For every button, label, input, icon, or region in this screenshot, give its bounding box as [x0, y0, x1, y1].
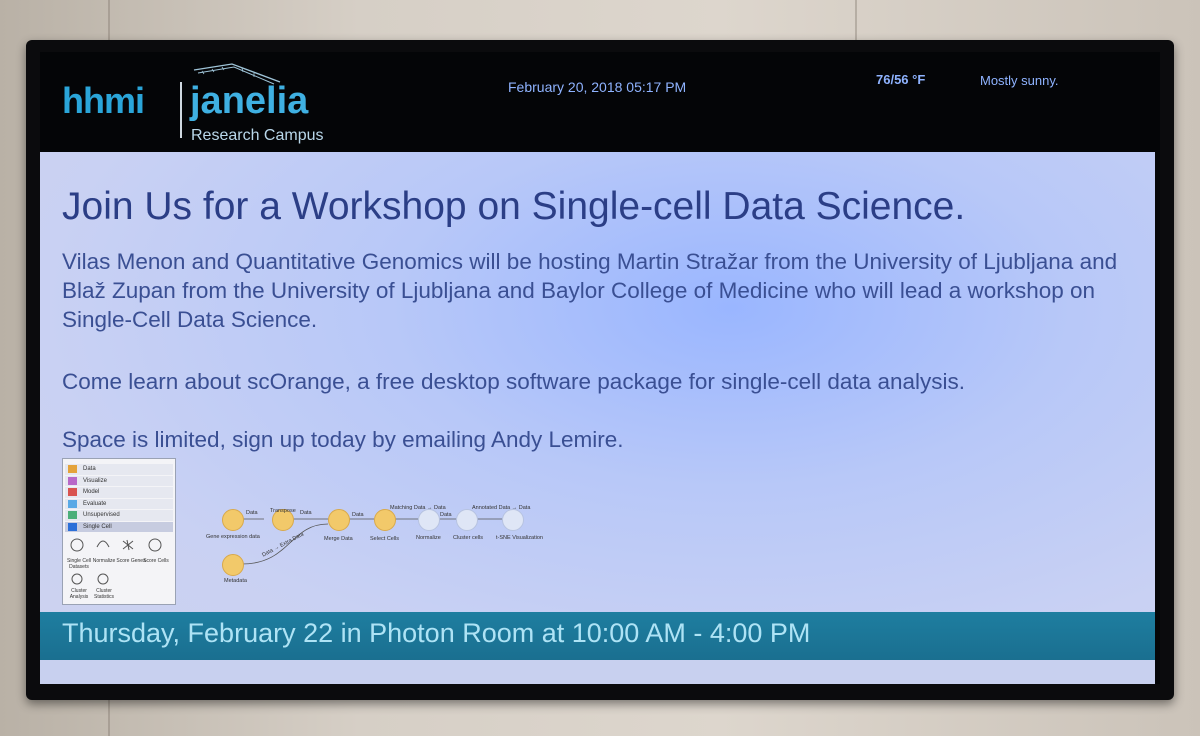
workflow-link-label: Matching Data → Data [390, 505, 446, 511]
data-category-icon [68, 465, 77, 473]
cluster-analysis-icon [71, 573, 83, 585]
workflow-node-cluster-cells [456, 509, 478, 531]
workflow-node-normalize [418, 509, 440, 531]
visualize-category-icon [68, 476, 77, 485]
workflow-node-select-cells [374, 509, 396, 531]
event-details-bar: Thursday, February 22 in Photon Room at … [40, 612, 1155, 660]
workflow-node-label: Normalize [416, 535, 441, 541]
sidebar-item-visualize: Visualize [65, 475, 173, 486]
score-genes-icon [122, 539, 134, 551]
hhmi-logo-text: hhmi [62, 80, 145, 121]
slide-paragraph-hosts: Vilas Menon and Quantitative Genomics wi… [62, 249, 1118, 332]
cluster-statistics-icon [97, 573, 109, 585]
wall-seam [855, 0, 857, 40]
unsupervised-category-icon [68, 511, 77, 519]
evaluate-category-icon [68, 499, 77, 508]
workflow-node-metadata [222, 554, 244, 576]
single-cell-category-icon [68, 522, 77, 531]
model-category-icon [68, 488, 77, 496]
bottom-strip [40, 660, 1155, 684]
temperature-display: 76/56 °F [876, 72, 926, 87]
workflow-link-label: Data [246, 510, 258, 516]
logo-subtitle: Research Campus [191, 127, 324, 144]
workflow-node-label: Merge Data [324, 536, 353, 542]
display-screen: hhmi janelia Research Campus February 20… [40, 52, 1160, 684]
workflow-node-label: Select Cells [370, 536, 400, 542]
sidebar-item-single-cell: Single Cell [65, 521, 173, 532]
workflow-node-label: Metadata [224, 578, 247, 584]
sidebar-item-model: Model [65, 487, 173, 498]
header-bar: hhmi janelia Research Campus February 20… [40, 52, 1160, 152]
sidebar-item-evaluate: Evaluate [65, 498, 173, 509]
wall-seam [108, 0, 110, 40]
workflow-link-label: Data [300, 510, 312, 516]
workflow-node-tsne [502, 509, 524, 531]
sidebar-item-unsupervised: Unsupervised [65, 510, 173, 521]
workflow-node-gene-expression [222, 509, 244, 531]
announcement-panel: Join Us for a Workshop on Single-cell Da… [40, 152, 1155, 672]
workflow-node-label: Cluster cells [453, 535, 483, 541]
datetime-display: February 20, 2018 05:17 PM [508, 79, 687, 95]
workflow-node-label: Transpose [270, 508, 296, 514]
workflow-link-label: Data [352, 512, 364, 518]
download-icon [70, 538, 84, 552]
janelia-logo: janelia [190, 80, 309, 122]
scorange-sidebar-image: Data Visualize Model Evaluate Unsupervis… [62, 458, 176, 605]
normalize-icon [96, 540, 110, 548]
sidebar-item-data: Data [65, 464, 173, 475]
slide-title: Join Us for a Workshop on Single-cell Da… [62, 185, 966, 228]
widget-label: Score Cells [143, 558, 169, 564]
event-details-text: Thursday, February 22 in Photon Room at … [62, 618, 811, 648]
workflow-node-label: Gene expression data [206, 534, 260, 540]
workflow-node-label: t-SNE Visualization [496, 535, 543, 541]
weather-display: Mostly sunny. [980, 73, 1059, 88]
logo-divider [180, 82, 182, 138]
widget-label: Cluster Statistics [93, 588, 114, 600]
hhmi-logo: hhmi [62, 80, 145, 122]
wall-seam [108, 700, 110, 736]
slide-paragraph-scorange: Come learn about scOrange, a free deskto… [62, 369, 965, 394]
slide-paragraph-signup: Space is limited, sign up today by email… [62, 427, 624, 452]
workflow-link-label: Annotated Data → Data [472, 505, 531, 511]
score-cells-icon [148, 538, 162, 552]
workflow-link-label: Data [440, 512, 452, 518]
workflow-node-merge-data [328, 509, 350, 531]
